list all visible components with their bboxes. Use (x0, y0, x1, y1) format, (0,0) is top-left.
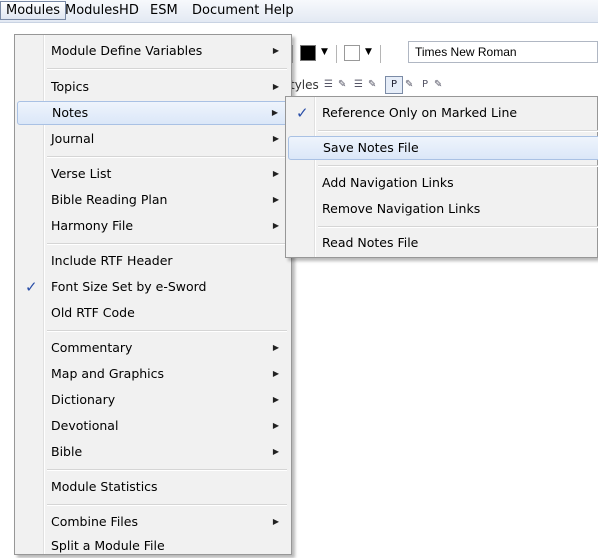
menu-separator (47, 469, 287, 471)
menu-item-remove-navigation-links[interactable]: Remove Navigation Links (288, 197, 598, 221)
menu-item-label: Save Notes File (323, 140, 419, 155)
menu-item-label: Topics (51, 79, 89, 94)
menu-item-label: Reference Only on Marked Line (322, 105, 518, 120)
menu-separator (47, 156, 287, 158)
toolbar-separator (292, 45, 293, 63)
menu-item-topics[interactable]: Topics ▶ (17, 75, 289, 99)
menu-item-label: Dictionary (51, 392, 116, 407)
menu-moduleshd[interactable]: ModulesHD (60, 1, 144, 20)
style-icon[interactable]: ✎ (405, 79, 413, 90)
submenu-arrow-icon: ▶ (272, 46, 279, 55)
menu-separator (47, 504, 287, 506)
menu-item-add-navigation-links[interactable]: Add Navigation Links (288, 171, 598, 195)
align-icon[interactable]: ☰ (324, 79, 333, 90)
menu-item-label: Module Statistics (51, 479, 158, 494)
checkmark-icon: ✓ (25, 278, 38, 296)
menu-item-label: Read Notes File (322, 235, 419, 250)
styles-label: tyles (290, 78, 319, 92)
menu-item-bible[interactable]: Bible ▶ (17, 440, 289, 464)
menu-item-label: Commentary (51, 340, 133, 355)
menu-item-devotional[interactable]: Devotional ▶ (17, 414, 289, 438)
menu-item-label: Old RTF Code (51, 305, 135, 320)
menu-item-label: Remove Navigation Links (322, 201, 481, 216)
menu-item-label: Include RTF Header (51, 253, 173, 268)
text-color-button[interactable] (300, 45, 316, 61)
submenu-arrow-icon: ▶ (272, 82, 279, 91)
menu-esm[interactable]: ESM (145, 1, 183, 20)
menu-item-map-and-graphics[interactable]: Map and Graphics ▶ (17, 362, 289, 386)
highlight-color-button[interactable] (344, 45, 360, 61)
menu-item-label: Devotional (51, 418, 119, 433)
toolbar-separator (380, 45, 381, 63)
submenu-arrow-icon: ▶ (272, 134, 279, 143)
menu-separator (318, 130, 598, 132)
menu-item-label: Combine Files (51, 514, 138, 529)
menu-item-label: Verse List (51, 166, 112, 181)
menu-item-font-size-set-by-esword[interactable]: ✓ Font Size Set by e-Sword (17, 275, 289, 299)
menu-item-harmony-file[interactable]: Harmony File ▶ (17, 214, 289, 238)
menu-separator (47, 243, 287, 245)
submenu-arrow-icon: ▶ (272, 195, 279, 204)
menu-item-dictionary[interactable]: Dictionary ▶ (17, 388, 289, 412)
paragraph-icon[interactable]: P (385, 76, 403, 94)
menu-document[interactable]: Document (187, 1, 264, 20)
submenu-arrow-icon: ▶ (271, 108, 278, 117)
menu-item-bible-reading-plan[interactable]: Bible Reading Plan ▶ (17, 188, 289, 212)
menu-modules[interactable]: Modules (0, 1, 67, 20)
menu-item-label: Font Size Set by e-Sword (51, 279, 207, 294)
menu-bar: Modules ModulesHD ESM Document Help (0, 0, 598, 23)
formatting-toolbar: ▼ ▼ Times New Roman (290, 38, 598, 68)
menu-item-label: Harmony File (51, 218, 134, 233)
toolbar-separator (336, 45, 337, 63)
submenu-arrow-icon: ▶ (272, 447, 279, 456)
style-icon[interactable]: ✎ (338, 79, 346, 90)
styles-toolbar: tyles ☰ ✎ ☰ ✎ P ✎ P ✎ (290, 76, 598, 96)
menu-item-verse-list[interactable]: Verse List ▶ (17, 162, 289, 186)
menu-separator (47, 68, 287, 70)
menu-item-module-define-variables[interactable]: Module Define Variables ▶ (17, 39, 289, 63)
paragraph-icon[interactable]: P (422, 79, 428, 90)
notes-submenu: ✓ Reference Only on Marked Line Save Not… (285, 96, 598, 258)
menu-item-label: Journal (51, 131, 95, 146)
dropdown-arrow-icon[interactable]: ▼ (321, 47, 328, 57)
menu-item-module-statistics[interactable]: Module Statistics (17, 475, 289, 499)
menu-help[interactable]: Help (259, 1, 299, 20)
menu-item-label: Bible (51, 444, 83, 459)
menu-item-label: Split a Module File (51, 538, 165, 553)
menu-item-label: Notes (52, 105, 89, 120)
dropdown-arrow-icon[interactable]: ▼ (365, 47, 372, 57)
menu-item-label: Map and Graphics (51, 366, 165, 381)
menu-item-journal[interactable]: Journal ▶ (17, 127, 289, 151)
menu-item-combine-files[interactable]: Combine Files ▶ (17, 510, 289, 534)
menu-item-commentary[interactable]: Commentary ▶ (17, 336, 289, 360)
submenu-arrow-icon: ▶ (272, 369, 279, 378)
style-icon[interactable]: ✎ (368, 79, 376, 90)
menu-item-read-notes-file[interactable]: Read Notes File (288, 231, 598, 255)
menu-item-save-notes-file[interactable]: Save Notes File (288, 136, 598, 160)
menu-item-old-rtf-code[interactable]: Old RTF Code (17, 301, 289, 325)
submenu-arrow-icon: ▶ (272, 421, 279, 430)
menu-item-notes[interactable]: Notes ▶ (17, 101, 289, 125)
align-icon[interactable]: ☰ (354, 79, 363, 90)
submenu-arrow-icon: ▶ (272, 395, 279, 404)
submenu-arrow-icon: ▶ (272, 517, 279, 526)
font-name-field[interactable]: Times New Roman (408, 41, 598, 63)
checkmark-icon: ✓ (296, 104, 309, 122)
submenu-arrow-icon: ▶ (272, 343, 279, 352)
menu-item-label: Bible Reading Plan (51, 192, 168, 207)
menu-item-reference-only-on-marked-line[interactable]: ✓ Reference Only on Marked Line (288, 101, 598, 125)
submenu-arrow-icon: ▶ (272, 169, 279, 178)
style-icon[interactable]: ✎ (434, 79, 442, 90)
menu-separator (47, 330, 287, 332)
menu-separator (318, 226, 598, 228)
modules-menu: Module Define Variables ▶ Topics ▶ Notes… (14, 34, 292, 555)
menu-item-split-a-module-file[interactable]: Split a Module File (17, 534, 289, 558)
menu-item-include-rtf-header[interactable]: Include RTF Header (17, 249, 289, 273)
menu-item-label: Module Define Variables (51, 43, 203, 58)
menu-separator (318, 165, 598, 167)
submenu-arrow-icon: ▶ (272, 221, 279, 230)
menu-item-label: Add Navigation Links (322, 175, 454, 190)
